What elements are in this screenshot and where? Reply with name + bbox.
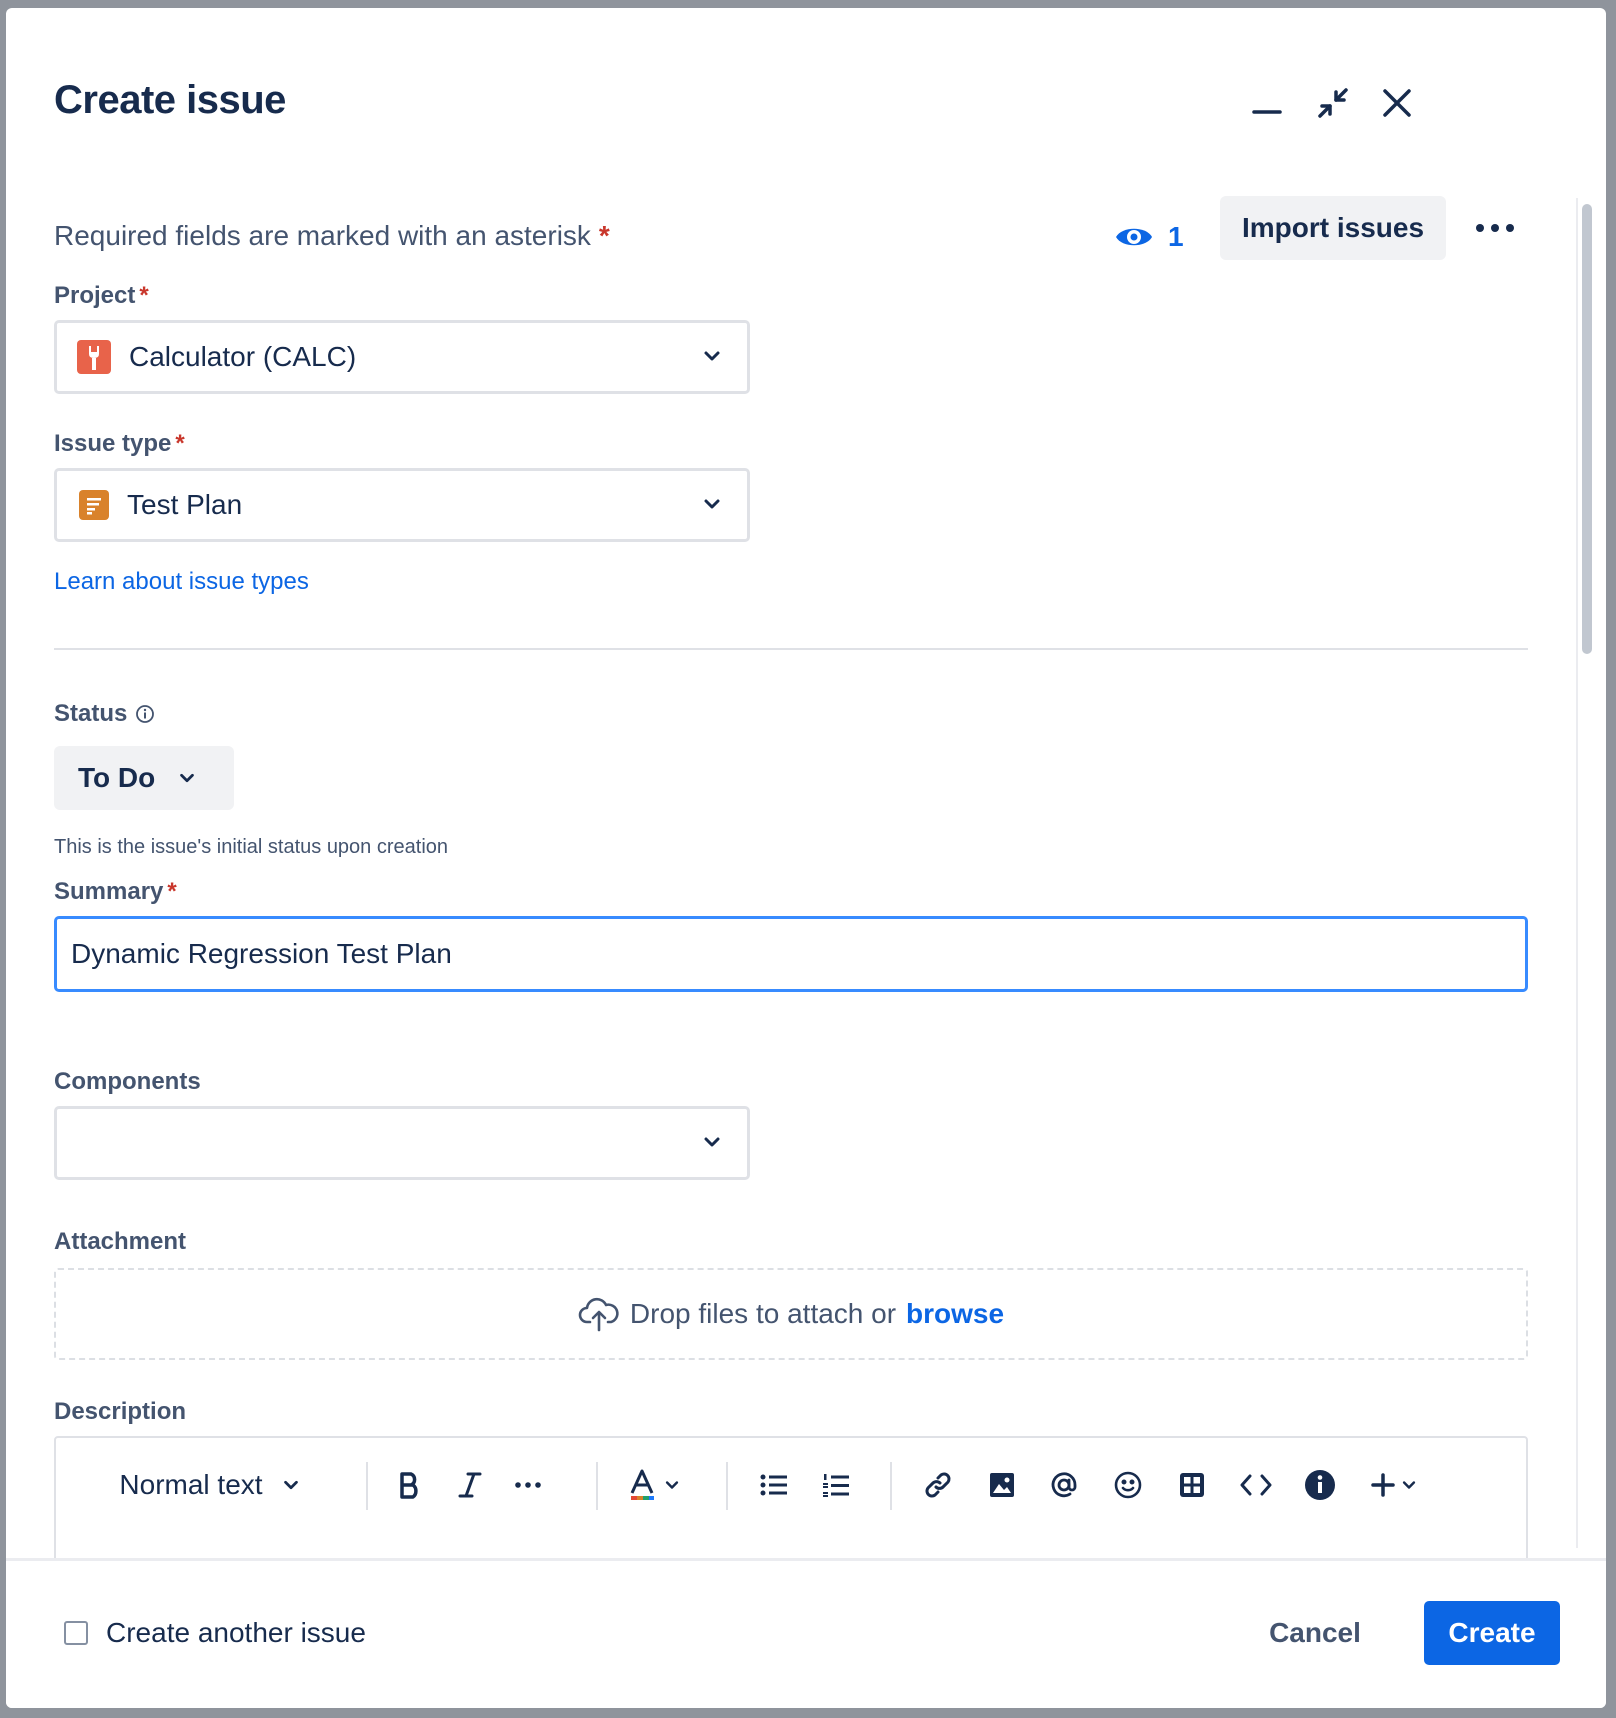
status-dropdown[interactable]: To Do — [54, 746, 234, 810]
chevron-down-icon — [704, 1137, 720, 1147]
create-button[interactable]: Create — [1424, 1601, 1560, 1665]
components-select[interactable] — [54, 1106, 750, 1180]
scrollbar-thumb[interactable] — [1582, 204, 1592, 654]
info-panel-icon — [1305, 1470, 1335, 1500]
more-icon — [515, 1482, 541, 1488]
cloud-upload-icon — [578, 1297, 619, 1332]
status-value: To Do — [78, 762, 156, 793]
required-fields-note: Required fields are marked with an aster… — [54, 220, 610, 251]
chevron-down-icon — [704, 499, 720, 509]
emoji-button[interactable] — [1104, 1460, 1152, 1510]
toolbar-separator — [596, 1462, 598, 1510]
bold-button[interactable] — [386, 1460, 434, 1510]
create-another-toggle[interactable]: Create another issue — [64, 1617, 366, 1649]
info-panel-button[interactable] — [1296, 1460, 1344, 1510]
create-another-label: Create another issue — [106, 1617, 366, 1648]
mention-icon — [1051, 1472, 1077, 1498]
section-divider — [54, 648, 1528, 650]
dialog-footer: Create another issue Cancel Create — [6, 1558, 1606, 1708]
mention-button[interactable] — [1040, 1460, 1088, 1510]
chevron-down-icon — [704, 351, 720, 361]
table-button[interactable] — [1168, 1460, 1216, 1510]
import-issues-button[interactable]: Import issues — [1220, 196, 1446, 260]
insert-menu-button[interactable] — [1362, 1460, 1426, 1510]
table-icon — [1180, 1473, 1204, 1497]
more-actions-button[interactable] — [1464, 202, 1526, 254]
attachment-label: Attachment — [54, 1228, 187, 1255]
toolbar-separator — [726, 1462, 728, 1510]
numbered-list-icon — [823, 1474, 849, 1497]
code-button[interactable] — [1232, 1460, 1280, 1510]
code-icon — [1240, 1474, 1272, 1496]
watch-button[interactable]: 1 — [1114, 212, 1184, 262]
text-color-icon — [630, 1469, 654, 1500]
collapse-button[interactable] — [1308, 78, 1358, 128]
create-issue-dialog: Create issue Required fields are marked … — [6, 8, 1606, 1708]
issue-type-select[interactable]: Test Plan — [54, 468, 750, 542]
status-label: Status — [54, 700, 155, 728]
attachment-dropzone[interactable]: Drop files to attach or browse — [54, 1268, 1528, 1360]
text-style-dropdown[interactable]: Normal text — [110, 1460, 310, 1510]
cancel-button[interactable]: Cancel — [1250, 1601, 1380, 1665]
link-icon — [925, 1472, 951, 1498]
dialog-title: Create issue — [54, 78, 286, 122]
more-icon — [1476, 224, 1514, 232]
issue-type-label: Issue type * — [54, 430, 185, 457]
summary-label: Summary * — [54, 878, 177, 905]
numbered-list-button[interactable] — [812, 1460, 860, 1510]
eye-icon — [1116, 228, 1152, 246]
bullet-list-button[interactable] — [750, 1460, 798, 1510]
drop-files-text: Drop files to attach or — [629, 1298, 897, 1329]
components-label: Components — [54, 1068, 201, 1095]
form-scrollbar[interactable] — [1576, 198, 1596, 1548]
toolbar-separator — [366, 1462, 368, 1510]
issue-type-value: Test Plan — [127, 489, 243, 520]
description-editor[interactable]: Normal text — [54, 1436, 1528, 1558]
dialog-header: Create issue — [6, 8, 1606, 188]
required-asterisk: * — [598, 220, 610, 251]
summary-input[interactable] — [54, 916, 1528, 992]
italic-button[interactable] — [446, 1460, 494, 1510]
link-button[interactable] — [914, 1460, 962, 1510]
create-another-checkbox[interactable] — [64, 1621, 88, 1645]
project-value: Calculator (CALC) — [129, 341, 357, 372]
status-helper-text: This is the issue's initial status upon … — [54, 836, 449, 858]
chevron-down-icon — [665, 1481, 679, 1489]
close-icon — [1383, 89, 1411, 117]
minimize-icon — [1252, 110, 1282, 114]
learn-issue-types-link[interactable]: Learn about issue types — [54, 568, 309, 596]
emoji-icon — [1114, 1471, 1142, 1499]
editor-toolbar: Normal text — [56, 1438, 1526, 1534]
project-label: Project * — [54, 282, 149, 309]
form-body: Required fields are marked with an aster… — [6, 188, 1606, 1558]
minimize-button[interactable] — [1242, 78, 1292, 128]
bullet-list-icon — [760, 1474, 787, 1496]
plus-icon — [1371, 1473, 1395, 1497]
info-icon[interactable] — [135, 704, 155, 724]
test-plan-icon — [79, 490, 109, 520]
watch-count: 1 — [1168, 221, 1184, 252]
bold-icon — [400, 1472, 418, 1499]
chevron-down-icon — [1402, 1481, 1416, 1489]
description-label: Description — [54, 1398, 187, 1425]
image-button[interactable] — [978, 1460, 1026, 1510]
italic-icon — [458, 1472, 482, 1498]
more-formatting-button[interactable] — [504, 1460, 552, 1510]
toolbar-separator — [890, 1462, 892, 1510]
close-button[interactable] — [1372, 78, 1422, 128]
project-select[interactable]: Calculator (CALC) — [54, 320, 750, 394]
chevron-down-icon — [283, 1480, 298, 1490]
browse-link[interactable]: browse — [906, 1298, 1004, 1330]
image-icon — [990, 1473, 1014, 1497]
project-wrench-icon — [77, 340, 111, 374]
collapse-icon — [1318, 88, 1348, 118]
chevron-down-icon — [180, 773, 195, 783]
text-color-button[interactable] — [622, 1460, 686, 1510]
